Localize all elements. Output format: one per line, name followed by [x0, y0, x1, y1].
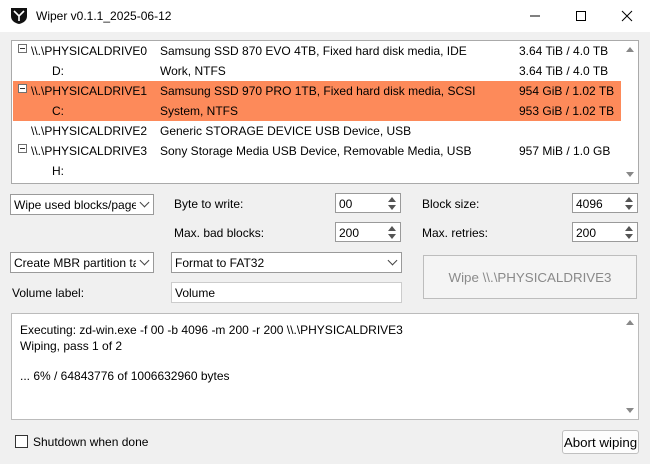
shield-icon	[11, 8, 27, 24]
drive-list-scrollbar[interactable]	[621, 41, 638, 183]
partition-row-selected[interactable]: C: System, NTFS 953 GiB / 1.02 TB	[13, 101, 621, 121]
log-scrollbar[interactable]	[621, 314, 638, 419]
max-retries-spinner[interactable]: 200	[572, 222, 638, 242]
shutdown-checkbox[interactable]	[15, 435, 28, 448]
drive-name: \\.\PHYSICALDRIVE0	[31, 44, 148, 58]
close-button[interactable]	[604, 0, 650, 32]
max-bad-blocks-spinner[interactable]: 200	[335, 222, 401, 242]
spin-up-icon[interactable]	[388, 226, 396, 231]
spin-down-icon[interactable]	[388, 234, 396, 239]
wipe-mode-select[interactable]: Wipe used blocks/page	[10, 194, 154, 215]
spin-down-icon[interactable]	[625, 234, 633, 239]
partition-row[interactable]: H:	[13, 161, 621, 181]
block-size-value[interactable]: 4096	[576, 197, 603, 211]
drive-size: 3.64 TiB / 4.0 TB	[519, 44, 609, 58]
drive-description: Sony Storage Media USB Device, Removable…	[160, 144, 472, 158]
log-line: Executing: zd-win.exe -f 00 -b 4096 -m 2…	[20, 323, 403, 337]
format-value: Format to FAT32	[175, 256, 265, 270]
maximize-icon	[576, 11, 586, 21]
drive-description: Generic STORAGE DEVICE USB Device, USB	[160, 124, 412, 138]
drive-name: \\.\PHYSICALDRIVE1	[31, 84, 148, 98]
drive-description: Samsung SSD 870 EVO 4TB, Fixed hard disk…	[160, 44, 467, 58]
volume-label-label: Volume label:	[12, 286, 85, 300]
drive-row-selected[interactable]: \\.\PHYSICALDRIVE1 Samsung SSD 970 PRO 1…	[13, 81, 621, 101]
wipe-mode-value: Wipe used blocks/page	[14, 198, 136, 212]
drive-name: \\.\PHYSICALDRIVE2	[31, 124, 148, 138]
partition-table-select[interactable]: Create MBR partition ta	[10, 252, 154, 273]
partition-letter: H:	[52, 164, 64, 178]
spin-down-icon[interactable]	[388, 205, 396, 210]
log-line: ... 6% / 64843776 of 1006632960 bytes	[20, 369, 230, 383]
volume-label-value[interactable]: Volume	[175, 286, 215, 300]
byte-to-write-value[interactable]: 00	[339, 197, 352, 211]
max-retries-value[interactable]: 200	[576, 226, 596, 240]
max-retries-label: Max. retries:	[422, 226, 489, 240]
abort-button[interactable]: Abort wiping	[562, 430, 639, 454]
partition-letter: C:	[52, 104, 64, 118]
max-bad-blocks-label: Max. bad blocks:	[174, 226, 265, 240]
format-select[interactable]: Format to FAT32	[171, 252, 402, 273]
chevron-down-icon	[139, 197, 150, 208]
spin-down-icon[interactable]	[625, 205, 633, 210]
log-line: Wiping, pass 1 of 2	[20, 339, 123, 353]
partition-letter: D:	[52, 64, 64, 78]
shutdown-label[interactable]: Shutdown when done	[33, 435, 148, 449]
partition-size: 3.64 TiB / 4.0 TB	[519, 64, 609, 78]
minimize-icon	[530, 15, 540, 17]
partition-label: System, NTFS	[160, 104, 239, 118]
scroll-down-icon[interactable]	[626, 408, 634, 413]
byte-to-write-label: Byte to write:	[174, 197, 244, 211]
log-output[interactable]: Executing: zd-win.exe -f 00 -b 4096 -m 2…	[11, 313, 639, 420]
chevron-down-icon	[139, 255, 150, 266]
block-size-spinner[interactable]: 4096	[572, 193, 638, 213]
maximize-button[interactable]	[558, 0, 604, 32]
drive-row[interactable]: \\.\PHYSICALDRIVE0 Samsung SSD 870 EVO 4…	[13, 41, 621, 61]
minimize-button[interactable]	[512, 0, 558, 32]
drive-row[interactable]: \\.\PHYSICALDRIVE2 Generic STORAGE DEVIC…	[13, 121, 621, 141]
title-bar[interactable]: Wiper v0.1.1_2025-06-12	[0, 0, 650, 32]
drive-row[interactable]: \\.\PHYSICALDRIVE3 Sony Storage Media US…	[13, 141, 621, 161]
spin-up-icon[interactable]	[625, 197, 633, 202]
collapse-icon[interactable]	[18, 144, 27, 153]
spin-up-icon[interactable]	[625, 226, 633, 231]
chevron-down-icon	[387, 255, 398, 266]
max-bad-blocks-value[interactable]: 200	[339, 226, 359, 240]
window-title: Wiper v0.1.1_2025-06-12	[36, 9, 172, 23]
drive-list[interactable]: \\.\PHYSICALDRIVE0 Samsung SSD 870 EVO 4…	[11, 40, 639, 184]
block-size-label: Block size:	[422, 197, 480, 211]
collapse-icon[interactable]	[18, 44, 27, 53]
drive-size: 957 MiB / 1.0 GB	[519, 144, 611, 158]
scroll-up-icon[interactable]	[626, 320, 634, 325]
drive-description: Samsung SSD 970 PRO 1TB, Fixed hard disk…	[160, 84, 476, 98]
byte-to-write-spinner[interactable]: 00	[335, 193, 401, 213]
partition-size: 953 GiB / 1.02 TB	[519, 104, 615, 118]
collapse-icon[interactable]	[18, 84, 27, 93]
partition-label: Work, NTFS	[160, 64, 226, 78]
scroll-up-icon[interactable]	[626, 47, 634, 52]
spin-up-icon[interactable]	[388, 197, 396, 202]
partition-row[interactable]: D: Work, NTFS 3.64 TiB / 4.0 TB	[13, 61, 621, 81]
drive-size: 954 GiB / 1.02 TB	[519, 84, 615, 98]
drive-name: \\.\PHYSICALDRIVE3	[31, 144, 148, 158]
scroll-down-icon[interactable]	[626, 172, 634, 177]
wipe-button[interactable]: Wipe \\.\PHYSICALDRIVE3	[423, 255, 637, 299]
close-icon	[621, 10, 633, 22]
volume-label-input[interactable]: Volume	[171, 282, 402, 303]
partition-table-value: Create MBR partition ta	[14, 256, 136, 270]
